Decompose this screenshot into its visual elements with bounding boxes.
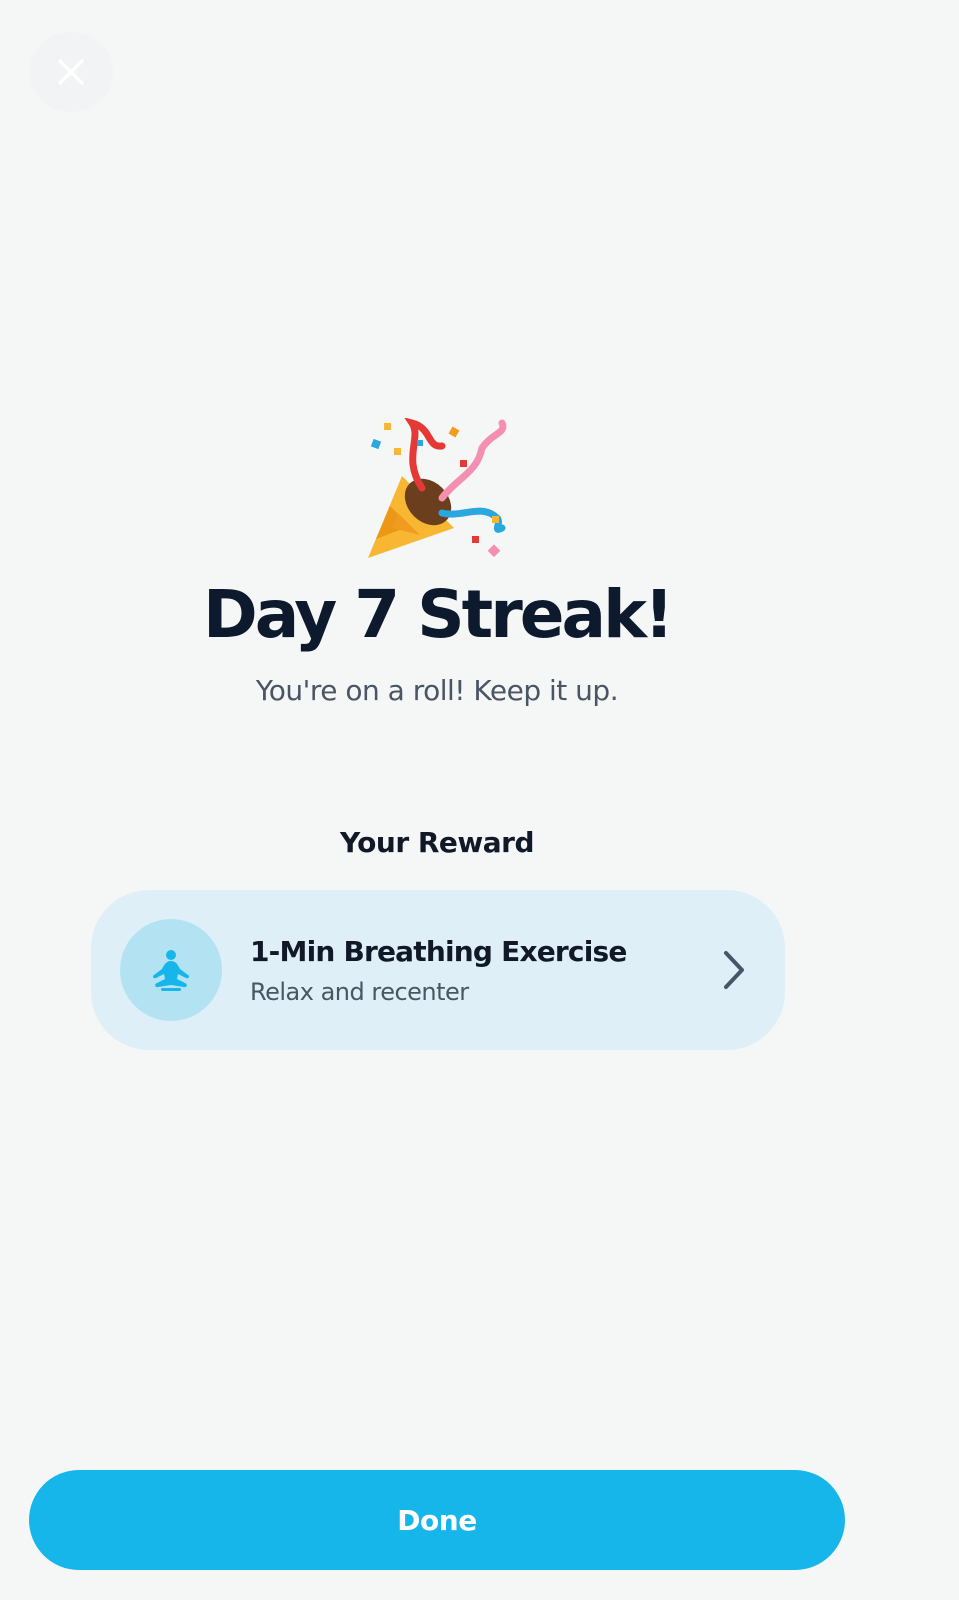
reward-card[interactable]: 1-Min Breathing Exercise Relax and recen… — [91, 890, 785, 1050]
reward-subtitle: Relax and recenter — [250, 977, 469, 1006]
reward-title: 1-Min Breathing Exercise — [250, 934, 627, 968]
chevron-right-icon — [724, 951, 744, 989]
page-subtitle: You're on a roll! Keep it up. — [255, 674, 619, 707]
reward-icon-circle — [120, 919, 222, 1021]
meditation-icon — [152, 950, 190, 991]
close-button[interactable] — [29, 32, 113, 112]
streak-hero: Day 7 Streak! You're on a roll! Keep it … — [0, 418, 874, 707]
reward-text: 1-Min Breathing Exercise Relax and recen… — [250, 935, 627, 1006]
close-icon — [58, 59, 84, 85]
party-popper-icon — [368, 418, 507, 558]
done-button[interactable]: Done — [29, 1470, 845, 1570]
page-title: Day 7 Streak! — [202, 576, 674, 653]
reward-heading: Your Reward — [339, 826, 535, 859]
